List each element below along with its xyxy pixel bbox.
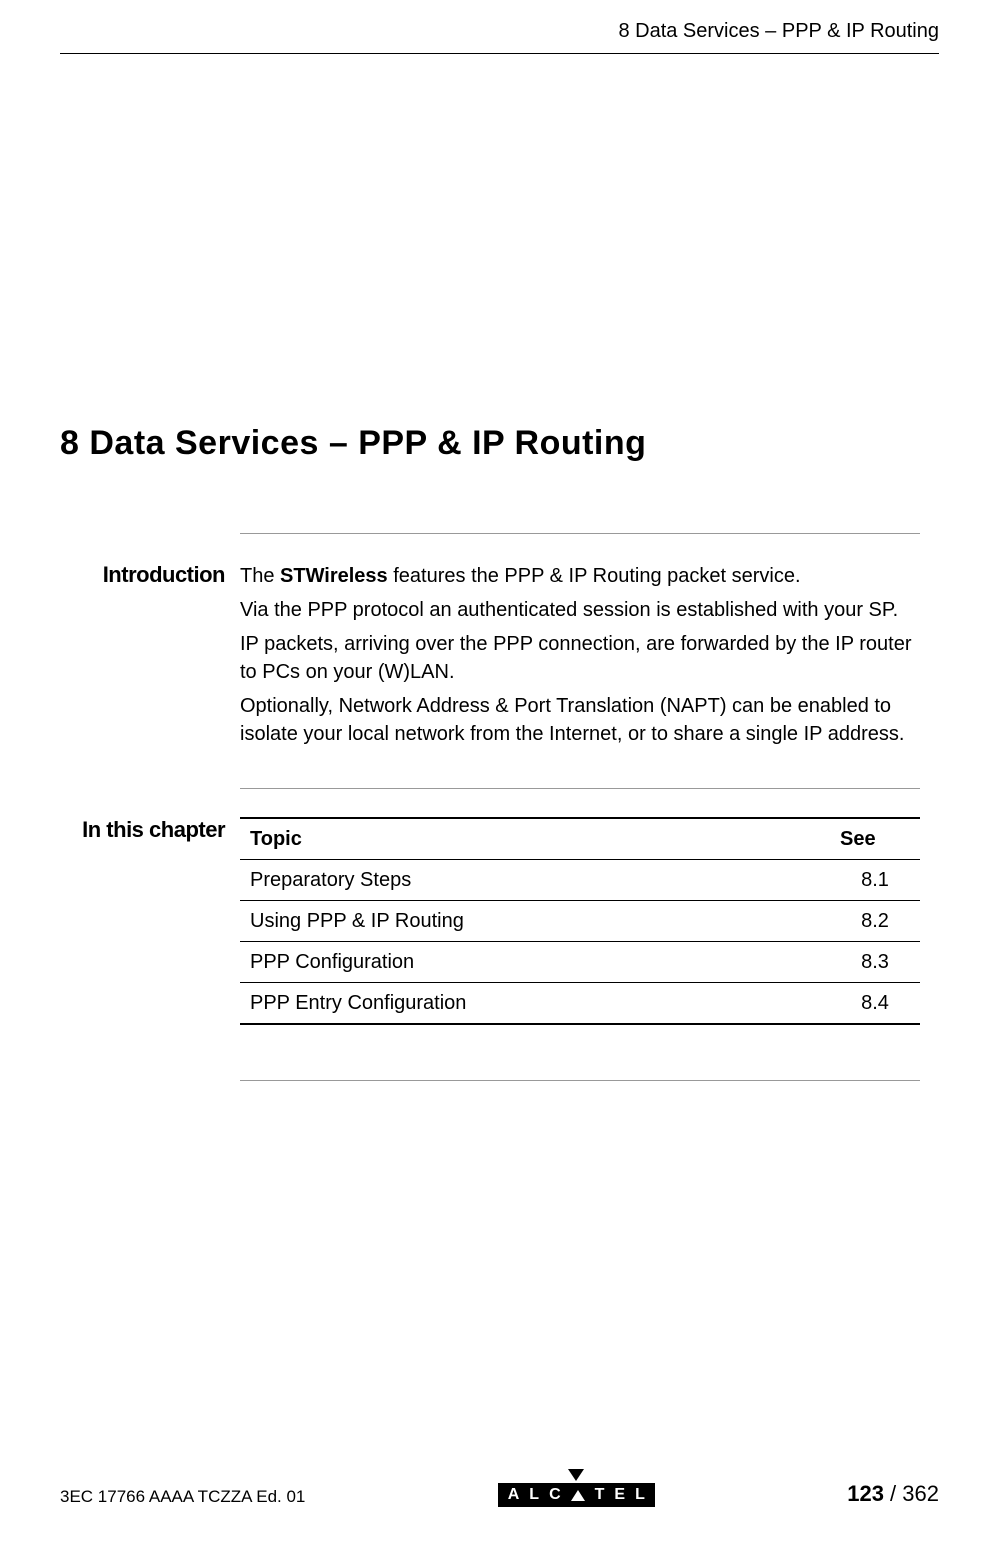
- intro-p1: The STWireless features the PPP & IP Rou…: [240, 562, 920, 590]
- intro-p4: Optionally, Network Address & Port Trans…: [240, 692, 920, 748]
- intro-body: The STWireless features the PPP & IP Rou…: [240, 562, 920, 748]
- table-row: PPP Entry Configuration 8.4: [240, 983, 920, 1025]
- page-footer: 3EC 17766 AAAA TCZZA Ed. 01 ALC TEL 123 /…: [60, 1469, 939, 1507]
- intro-p3: IP packets, arriving over the PPP connec…: [240, 630, 920, 686]
- table-cell-topic: PPP Entry Configuration: [240, 983, 830, 1025]
- intro-product-name: STWireless: [280, 565, 388, 587]
- table-row: PPP Configuration 8.3: [240, 942, 920, 983]
- logo-text-left: ALC: [508, 1486, 571, 1504]
- page-current: 123: [847, 1481, 884, 1506]
- section-divider: [240, 788, 920, 789]
- logo-text-right: TEL: [595, 1486, 655, 1504]
- table-header-topic: Topic: [240, 818, 830, 860]
- table-header-see: See: [830, 818, 920, 860]
- table-row: Using PPP & IP Routing 8.2: [240, 901, 920, 942]
- table-row: Preparatory Steps 8.1: [240, 860, 920, 901]
- chapter-title: 8 Data Services – PPP & IP Routing: [60, 424, 939, 463]
- table-cell-see: 8.1: [830, 860, 920, 901]
- logo-down-triangle-icon: [568, 1469, 584, 1481]
- intro-label: Introduction: [50, 562, 225, 588]
- doc-reference: 3EC 17766 AAAA TCZZA Ed. 01: [60, 1487, 305, 1507]
- intro-p1-pre: The: [240, 565, 280, 587]
- page-number: 123 / 362: [847, 1481, 939, 1507]
- logo-up-triangle-icon: [571, 1490, 585, 1501]
- table-cell-topic: PPP Configuration: [240, 942, 830, 983]
- running-header: 8 Data Services – PPP & IP Routing: [60, 20, 939, 54]
- chapter-contents-table: Topic See Preparatory Steps 8.1 Using PP…: [240, 817, 920, 1025]
- table-cell-topic: Using PPP & IP Routing: [240, 901, 830, 942]
- section-divider: [240, 1080, 920, 1081]
- table-cell-see: 8.3: [830, 942, 920, 983]
- page-total: 362: [902, 1481, 939, 1506]
- intro-p2: Via the PPP protocol an authenticated se…: [240, 596, 920, 624]
- intro-p1-post: features the PPP & IP Routing packet ser…: [388, 565, 801, 587]
- page-separator: /: [884, 1481, 902, 1506]
- section-divider: [240, 533, 920, 534]
- alcatel-logo: ALC TEL: [498, 1469, 655, 1507]
- logo-text: ALC TEL: [498, 1483, 655, 1507]
- table-cell-see: 8.2: [830, 901, 920, 942]
- table-cell-topic: Preparatory Steps: [240, 860, 830, 901]
- chapter-contents-label: In this chapter: [50, 817, 225, 843]
- table-cell-see: 8.4: [830, 983, 920, 1025]
